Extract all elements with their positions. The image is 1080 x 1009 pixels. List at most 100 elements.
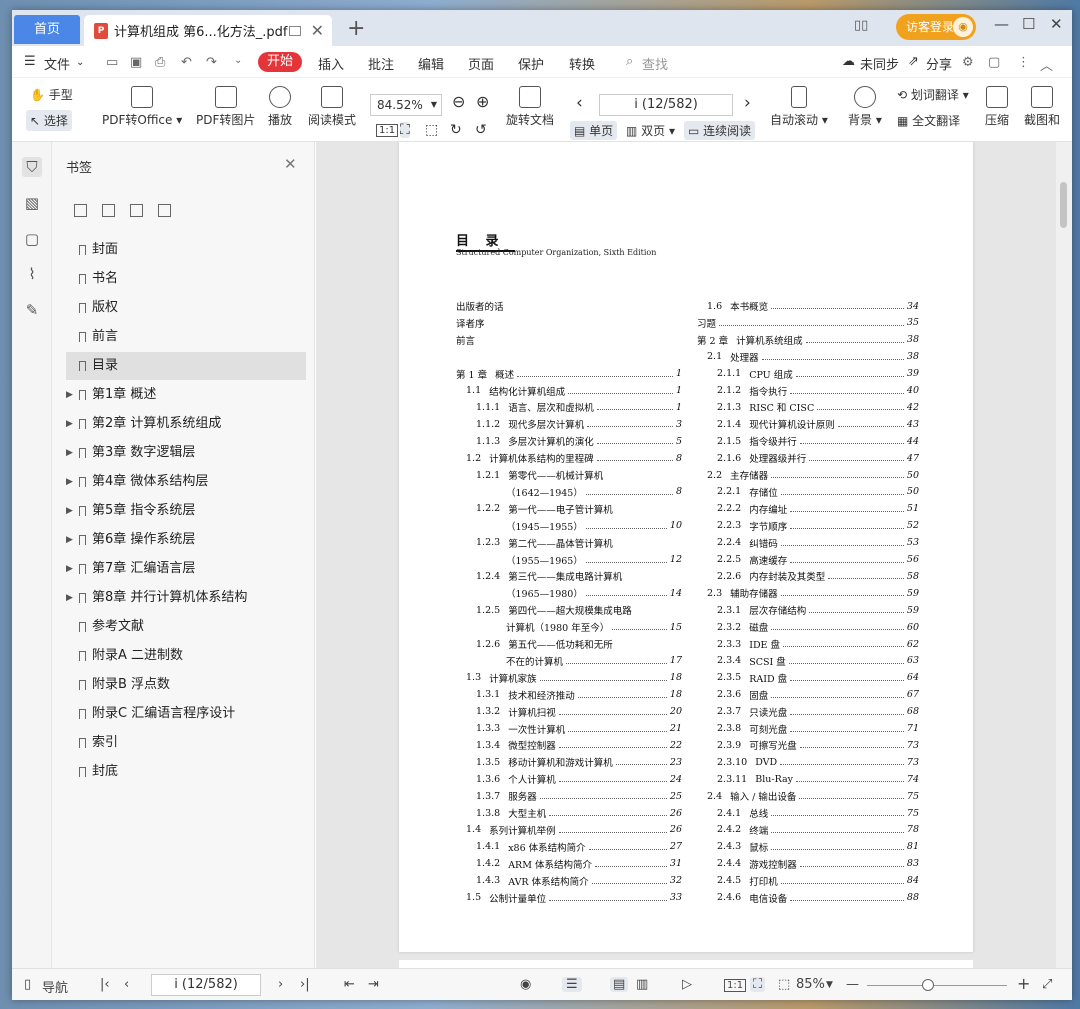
toc-line[interactable]: 2.3.10 DVD 73 bbox=[717, 754, 919, 770]
first-page-icon[interactable]: |‹ bbox=[100, 977, 110, 992]
toc-line[interactable]: 2.4.4 游戏控制器 83 bbox=[717, 856, 919, 872]
toc-line[interactable]: 1.3.1 技术和经济推动 18 bbox=[476, 687, 682, 703]
menu-start[interactable]: 开始 bbox=[258, 52, 302, 72]
toc-line[interactable]: （1955—1965） 12 bbox=[476, 552, 682, 568]
hamburger-icon[interactable]: ☰ bbox=[24, 54, 36, 69]
toc-line[interactable]: 2.3.3 IDE 盘 62 bbox=[717, 636, 919, 652]
visitor-login-button[interactable]: 访客登录 ◉ bbox=[896, 14, 976, 40]
chevron-down-icon[interactable]: ▼ bbox=[826, 980, 833, 990]
word-translate-button[interactable]: ⟲ 划词翻译 ▾ bbox=[897, 86, 969, 103]
menu-insert[interactable]: 插入 bbox=[318, 54, 344, 73]
zoom-slider[interactable] bbox=[867, 979, 1007, 991]
bookmark-item[interactable]: 索引 bbox=[66, 729, 306, 757]
toc-line[interactable]: 1.2.3 第二代——晶体管计算机 bbox=[476, 535, 682, 551]
toc-line[interactable]: 2.4.1 总线 75 bbox=[717, 805, 919, 821]
toc-line[interactable]: 1.3.7 服务器 25 bbox=[476, 788, 682, 804]
zoom-out-icon[interactable]: ⊖ bbox=[452, 92, 465, 111]
toc-line[interactable]: 2.2.3 字节顺序 52 bbox=[717, 518, 919, 534]
next-page-icon[interactable]: › bbox=[744, 93, 751, 113]
menu-edit[interactable]: 编辑 bbox=[418, 54, 444, 73]
continuous-mode-icon[interactable]: ☰ bbox=[562, 977, 582, 992]
prev-page-icon[interactable]: ‹ bbox=[576, 93, 583, 113]
toc-line[interactable]: 2.1.5 指令级并行 44 bbox=[717, 433, 919, 449]
menu-search[interactable]: 查找 bbox=[642, 54, 668, 73]
zoom-out-button[interactable]: — bbox=[846, 977, 859, 992]
toc-line[interactable]: 1.1.2 现代多层次计算机 3 bbox=[476, 416, 682, 432]
gear-icon[interactable]: ⚙ bbox=[962, 55, 974, 70]
undo-icon[interactable]: ↶ bbox=[181, 55, 192, 70]
toc-line[interactable]: 1.2.4 第三代——集成电路计算机 bbox=[476, 568, 682, 584]
toc-line[interactable]: 1.2.1 第零代——机械计算机 bbox=[476, 467, 682, 483]
bookmark-item[interactable]: 目录 bbox=[66, 352, 306, 380]
play-icon[interactable]: ▷ bbox=[682, 977, 692, 992]
toc-line[interactable]: 1.4.3 AVR 体系结构简介 32 bbox=[476, 873, 682, 889]
attachment-icon[interactable]: ⌇ bbox=[22, 264, 42, 284]
last-page-icon[interactable]: ›| bbox=[300, 977, 310, 992]
bookmark-item[interactable]: 附录C 汇编语言程序设计 bbox=[66, 700, 306, 728]
toc-line[interactable]: 1.2.5 第四代——超大规模集成电路 bbox=[476, 602, 682, 618]
fit-page-icon[interactable]: ⛶ bbox=[400, 122, 410, 138]
expand-arrow-icon[interactable]: ▶ bbox=[66, 439, 73, 467]
bookmark-item[interactable]: 附录A 二进制数 bbox=[66, 642, 306, 670]
toc-line[interactable]: 2.4.6 电信设备 88 bbox=[717, 890, 919, 906]
collapse-ribbon-icon[interactable]: ︿ bbox=[1040, 55, 1053, 74]
prev-page-icon[interactable]: ‹ bbox=[124, 977, 129, 992]
tab-pin-icon[interactable] bbox=[288, 25, 301, 36]
minimize-button[interactable]: — bbox=[994, 15, 1009, 33]
toc-line[interactable]: 2.3.7 只读光盘 68 bbox=[717, 704, 919, 720]
toc-line[interactable]: 计算机（1980 年至今） 15 bbox=[476, 619, 682, 635]
pdf-to-image-button[interactable]: PDF转图片 bbox=[196, 86, 255, 128]
compress-button[interactable]: 压缩 bbox=[985, 86, 1009, 128]
toc-line[interactable]: 2.1.4 现代计算机设计原则 43 bbox=[717, 416, 919, 432]
fit-width-icon[interactable]: ⬚ bbox=[425, 122, 438, 138]
close-window-button[interactable]: ✕ bbox=[1050, 15, 1063, 33]
expand-arrow-icon[interactable]: ▶ bbox=[66, 555, 73, 583]
toc-line[interactable]: 1.2 计算机体系结构的里程碑 8 bbox=[466, 450, 682, 466]
toc-line[interactable]: 1.3.8 大型主机 26 bbox=[476, 805, 682, 821]
nav-toggle-label[interactable]: 导航 bbox=[42, 977, 68, 996]
toc-line[interactable]: 2.4.5 打印机 84 bbox=[717, 873, 919, 889]
window-layout-icon[interactable]: ▯▯ bbox=[854, 18, 868, 33]
toc-line[interactable]: 1.1.1 语言、层次和虚拟机 1 bbox=[476, 399, 682, 415]
toc-line[interactable]: 1.3.4 微型控制器 22 bbox=[476, 737, 682, 753]
double-page-mode-icon[interactable]: ▥ bbox=[636, 977, 648, 992]
menu-protect[interactable]: 保护 bbox=[518, 54, 544, 73]
tab-home[interactable]: 首页 bbox=[14, 15, 80, 44]
thumbnail-icon[interactable]: ▧ bbox=[22, 193, 42, 213]
bookmark-item[interactable]: 前言 bbox=[66, 323, 306, 351]
toc-line[interactable]: 2.1.3 RISC 和 CISC 42 bbox=[717, 399, 919, 415]
auto-scroll-button[interactable]: 自动滚动 ▾ bbox=[770, 86, 828, 128]
toc-line[interactable]: 2.2.6 内存封装及其类型 58 bbox=[717, 568, 919, 584]
status-zoom-value[interactable]: 85% bbox=[796, 977, 825, 992]
toc-line[interactable]: 习题 35 bbox=[697, 315, 919, 331]
menu-annotate[interactable]: 批注 bbox=[368, 54, 394, 73]
menu-page[interactable]: 页面 bbox=[468, 54, 494, 73]
zoom-in-icon[interactable]: ⊕ bbox=[476, 92, 489, 111]
quick-access-dropdown-icon[interactable]: ⌄ bbox=[234, 55, 242, 66]
bookmark-item[interactable]: 封底 bbox=[66, 758, 306, 786]
background-button[interactable]: 背景 ▾ bbox=[848, 86, 882, 128]
toc-line[interactable]: 2.3.9 可擦写光盘 73 bbox=[717, 737, 919, 753]
bookmark-item[interactable]: 封面 bbox=[66, 236, 306, 264]
status-page-input[interactable]: i (12/582) bbox=[151, 974, 261, 996]
rotate-left-icon[interactable]: ↻ bbox=[450, 122, 462, 138]
toc-line[interactable]: 1.4.1 x86 体系结构简介 27 bbox=[476, 839, 682, 855]
expand-arrow-icon[interactable]: ▶ bbox=[66, 526, 73, 554]
toc-line[interactable]: 2.2.5 高速缓存 56 bbox=[717, 552, 919, 568]
toc-line[interactable]: 2.1 处理器 38 bbox=[707, 349, 919, 365]
bookmark-item[interactable]: ▶ 第7章 汇编语言层 bbox=[66, 555, 306, 583]
toc-line[interactable]: 1.3.3 一次性计算机 21 bbox=[476, 721, 682, 737]
toc-line[interactable]: 2.4.3 鼠标 81 bbox=[717, 839, 919, 855]
toc-line[interactable]: 1.6 本书概览 34 bbox=[707, 298, 919, 314]
bookmark-item[interactable]: 书名 bbox=[66, 265, 306, 293]
toc-line[interactable]: 2.3.2 磁盘 60 bbox=[717, 619, 919, 635]
expand-arrow-icon[interactable]: ▶ bbox=[66, 584, 73, 612]
redo-icon[interactable]: ↷ bbox=[206, 55, 217, 70]
expand-arrow-icon[interactable]: ▶ bbox=[66, 497, 73, 525]
toc-line[interactable]: 2.4.2 终端 78 bbox=[717, 822, 919, 838]
bookmark-settings-icon[interactable] bbox=[158, 204, 171, 217]
toc-line[interactable]: 2.2.2 内存编址 51 bbox=[717, 501, 919, 517]
toc-line[interactable]: 2.1.2 指令执行 40 bbox=[717, 383, 919, 399]
continuous-reading-button[interactable]: ▭ 连续阅读 bbox=[684, 121, 756, 140]
search-icon[interactable]: ⌕ bbox=[626, 54, 633, 69]
